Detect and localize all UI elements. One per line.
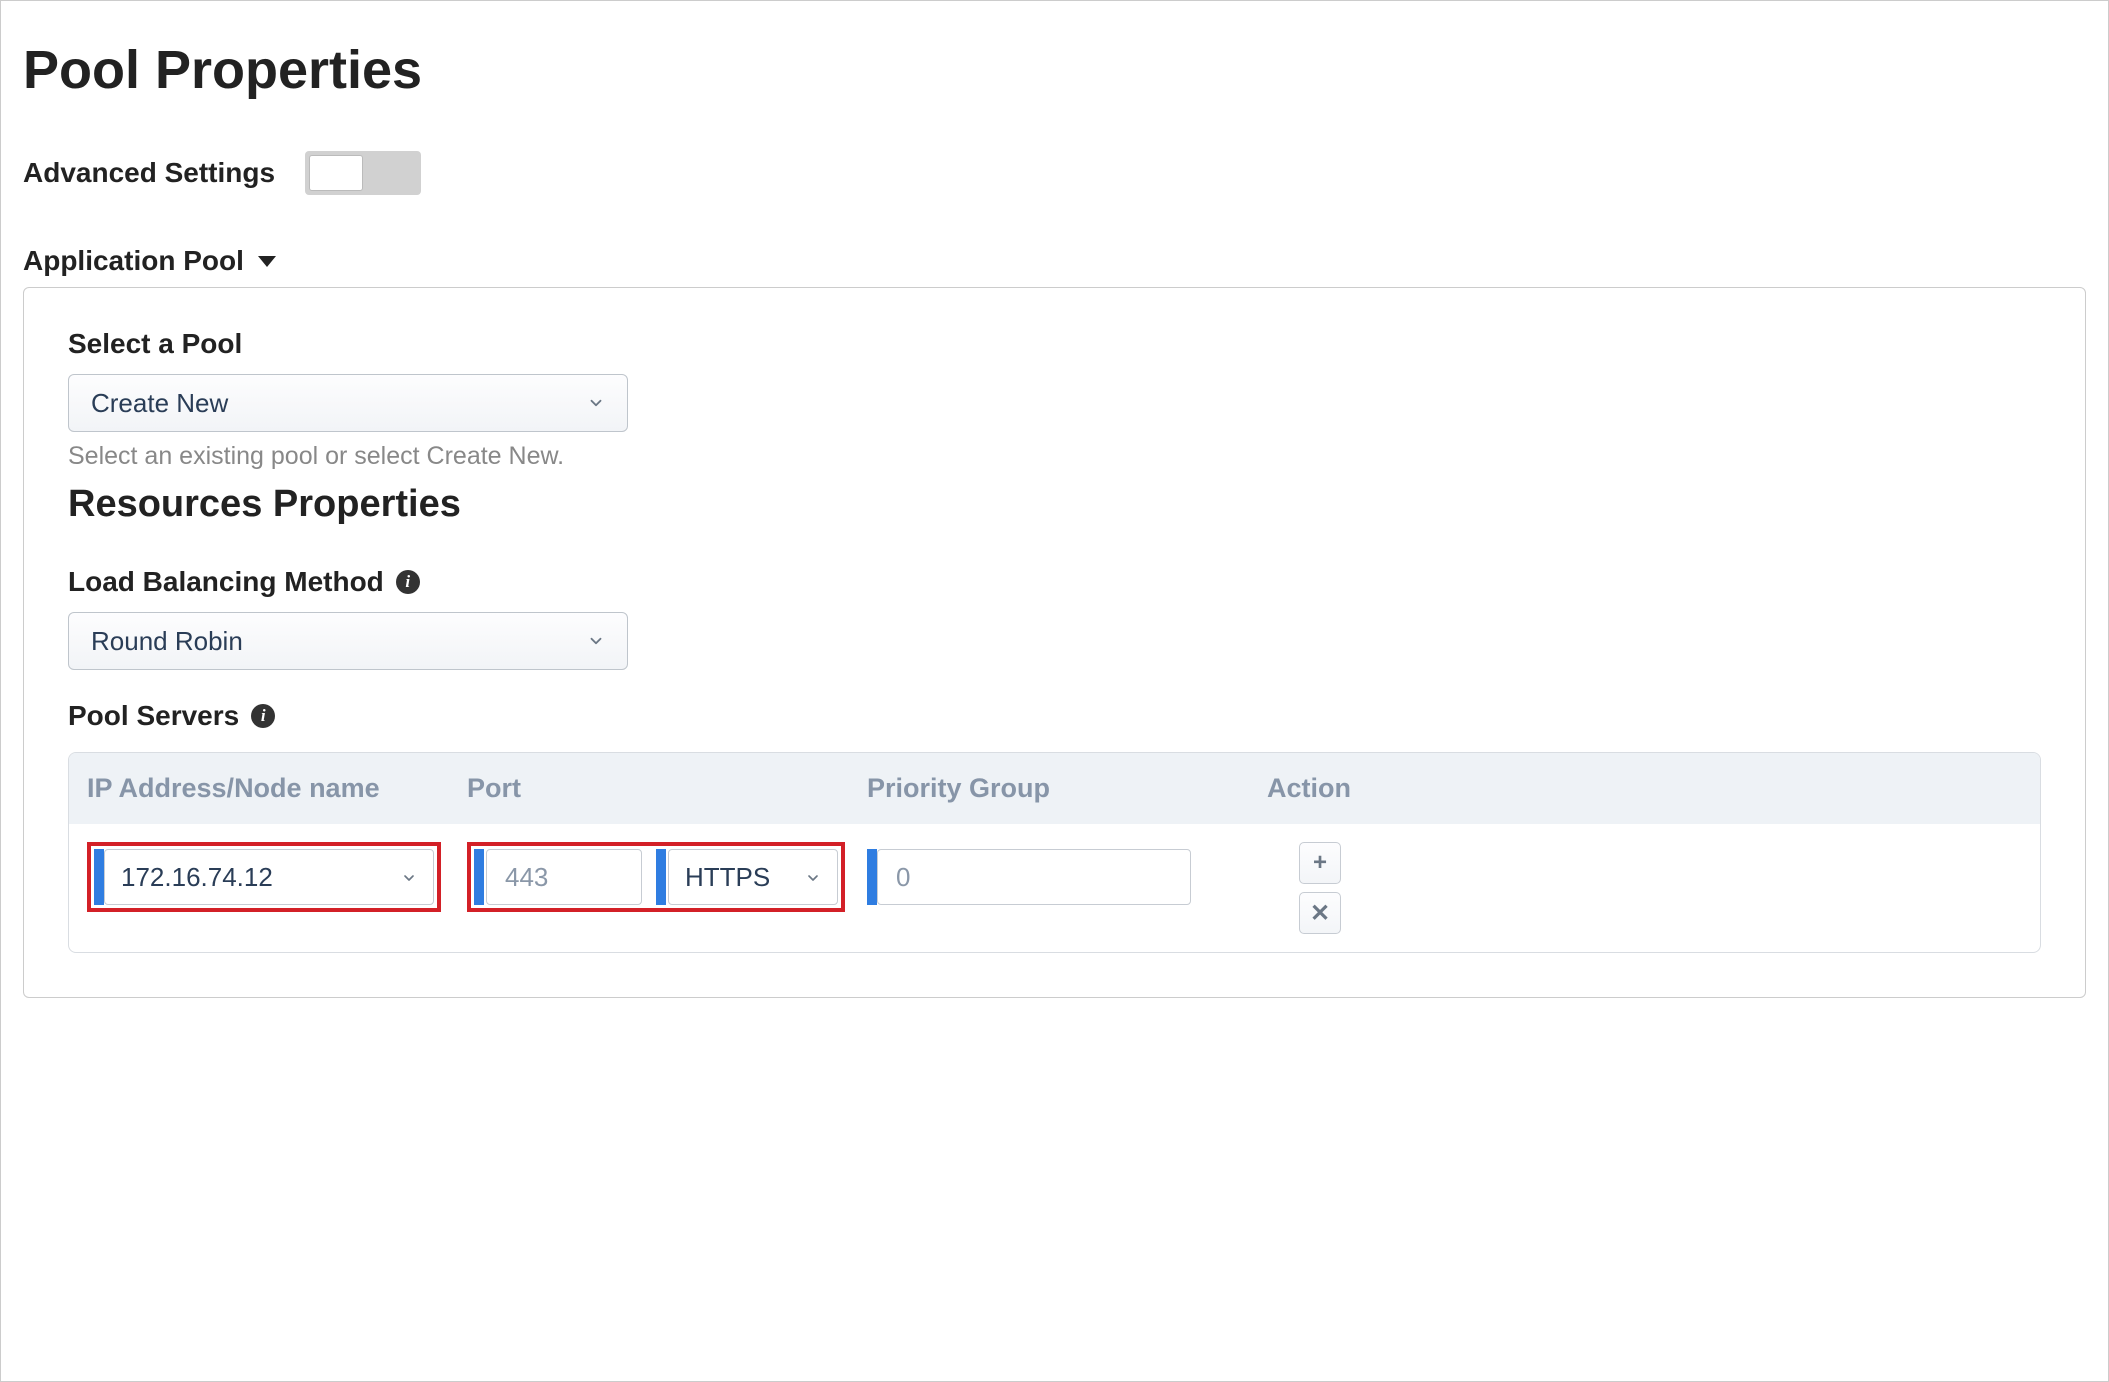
page-title: Pool Properties [23,39,2086,101]
chevron-down-icon [401,862,417,893]
select-pool-dropdown[interactable]: Create New [68,374,628,432]
load-balancing-value: Round Robin [91,626,243,657]
load-balancing-label-row: Load Balancing Method i [68,566,2041,598]
info-icon[interactable]: i [251,704,275,728]
caret-down-icon [258,256,276,267]
toggle-knob [309,155,363,191]
protocol-value: HTTPS [685,862,770,893]
protocol-dropdown[interactable]: HTTPS [668,849,838,905]
column-header-priority: Priority Group [867,773,1267,804]
pool-properties-page: Pool Properties Advanced Settings Applic… [0,0,2109,1382]
select-pool-label: Select a Pool [68,328,2041,360]
edit-indicator [656,849,666,905]
ip-cell: 172.16.74.12 [87,842,467,912]
chevron-down-icon [805,862,821,893]
add-row-button[interactable]: + [1299,842,1341,884]
port-cell: 443 HTTPS [467,842,867,912]
priority-input[interactable]: 0 [877,849,1191,905]
select-pool-value: Create New [91,388,228,419]
advanced-settings-toggle[interactable] [305,151,421,195]
highlight-box: 443 HTTPS [467,842,845,912]
action-cell: + ✕ [1267,842,1347,934]
chevron-down-icon [587,394,605,412]
application-pool-label: Application Pool [23,245,244,277]
port-placeholder: 443 [505,862,548,893]
info-icon[interactable]: i [396,570,420,594]
remove-row-button[interactable]: ✕ [1299,892,1341,934]
pool-servers-table-header: IP Address/Node name Port Priority Group… [69,753,2040,824]
plus-icon: + [1313,849,1327,877]
ip-node-dropdown[interactable]: 172.16.74.12 [104,849,434,905]
chevron-down-icon [587,632,605,650]
pool-servers-table: IP Address/Node name Port Priority Group… [68,752,2041,953]
select-pool-helper: Select an existing pool or select Create… [68,442,2041,471]
advanced-settings-row: Advanced Settings [23,151,2086,195]
pool-servers-label: Pool Servers [68,700,239,732]
application-pool-panel: Select a Pool Create New Select an exist… [23,287,2086,998]
priority-placeholder: 0 [896,862,910,893]
select-pool-label-text: Select a Pool [68,328,242,360]
column-header-port: Port [467,773,867,804]
load-balancing-label: Load Balancing Method [68,566,384,598]
ip-node-value: 172.16.74.12 [121,862,273,893]
edit-indicator [867,849,877,905]
port-input[interactable]: 443 [486,849,642,905]
advanced-settings-label: Advanced Settings [23,157,275,189]
pool-servers-label-row: Pool Servers i [68,700,2041,732]
edit-indicator [94,849,104,905]
column-header-action: Action [1267,773,1347,804]
edit-indicator [474,849,484,905]
priority-cell: 0 [867,842,1267,912]
application-pool-section-header[interactable]: Application Pool [23,245,2086,277]
resources-properties-title: Resources Properties [68,483,2041,526]
table-row: 172.16.74.12 443 [69,824,2040,952]
column-header-ip: IP Address/Node name [87,773,467,804]
close-icon: ✕ [1310,899,1330,928]
load-balancing-dropdown[interactable]: Round Robin [68,612,628,670]
highlight-box: 172.16.74.12 [87,842,441,912]
